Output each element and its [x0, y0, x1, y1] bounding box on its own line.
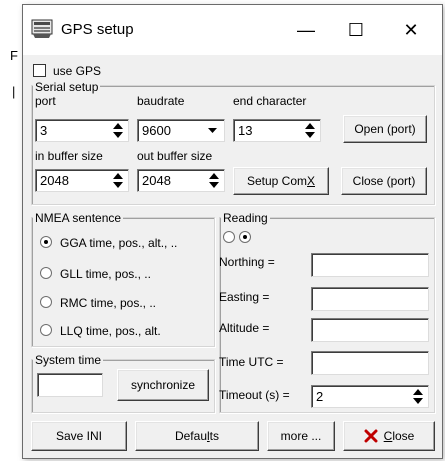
in-buffer-size-label: in buffer size	[35, 149, 103, 163]
easting-label: Easting =	[219, 290, 270, 304]
nmea-radio-llq[interactable]	[40, 324, 52, 336]
altitude-label: Altitude =	[219, 321, 270, 335]
reading-group	[219, 217, 435, 413]
setup-com-button[interactable]: Setup Com X	[233, 167, 329, 195]
minimize-icon: —	[297, 19, 315, 40]
defaults-button[interactable]: Defau l ts	[135, 421, 259, 451]
nmea-radio-rmc[interactable]	[40, 296, 52, 308]
northing-label: Northing =	[219, 255, 275, 269]
time-utc-label: Time UTC =	[219, 355, 284, 369]
reading-radio-2[interactable]	[239, 231, 251, 243]
port-spinner[interactable]: 3	[35, 119, 129, 142]
close-accelerator: C	[383, 429, 393, 443]
more-button[interactable]: more ...	[267, 421, 335, 451]
nmea-sentence-legend: NMEA sentence	[33, 211, 124, 225]
in-buffer-size-value: 2048	[40, 173, 69, 188]
easting-field[interactable]	[311, 287, 429, 311]
synchronize-button[interactable]: synchronize	[117, 369, 209, 401]
gps-app-icon	[31, 19, 53, 38]
time-utc-field[interactable]	[311, 351, 429, 375]
timeout-label: Timeout (s) =	[219, 388, 290, 402]
close-window-button[interactable]: ✕	[388, 5, 434, 55]
background-glyph: F	[10, 48, 18, 63]
nmea-radio-gga[interactable]	[40, 236, 52, 248]
nmea-option-label: RMC time, pos., ..	[60, 296, 157, 310]
spin-arrows-icon[interactable]	[303, 122, 317, 139]
title-bar[interactable]: GPS setup — ☐ ✕	[23, 5, 442, 55]
timeout-spinner[interactable]: 2	[311, 385, 429, 408]
defaults-label-post: ts	[209, 429, 220, 443]
close-label-post: lose	[392, 429, 415, 443]
chevron-down-icon[interactable]	[204, 122, 221, 139]
setup-com-accelerator: X	[307, 174, 316, 188]
spin-arrows-icon[interactable]	[207, 172, 221, 189]
close-port-button[interactable]: Close (port)	[341, 167, 427, 195]
nmea-option-label: GLL time, pos., ..	[60, 267, 151, 281]
spin-arrows-icon[interactable]	[111, 172, 125, 189]
out-buffer-size-label: out buffer size	[137, 149, 213, 163]
background-glyph: |	[12, 84, 16, 99]
reading-radio-1[interactable]	[223, 231, 235, 243]
defaults-label-pre: Defau	[174, 429, 207, 443]
spin-arrows-icon[interactable]	[411, 388, 425, 405]
port-label: port	[35, 94, 56, 108]
end-character-spinner[interactable]: 13	[233, 119, 321, 142]
minimize-button[interactable]: —	[283, 5, 329, 55]
open-port-button[interactable]: Open (port)	[343, 115, 427, 143]
end-character-value: 13	[238, 123, 253, 138]
nmea-radio-gll[interactable]	[40, 267, 52, 279]
baudrate-label: baudrate	[137, 94, 185, 108]
setup-com-label: Setup Com	[246, 174, 307, 188]
in-buffer-size-spinner[interactable]: 2048	[35, 169, 129, 192]
save-ini-button[interactable]: Save INI	[31, 421, 127, 451]
end-character-label: end character	[233, 94, 307, 108]
close-icon: ✕	[403, 19, 419, 40]
baudrate-value: 9600	[142, 123, 171, 138]
gps-setup-dialog: GPS setup — ☐ ✕ use GPS Serial setup por…	[22, 4, 443, 459]
timeout-value: 2	[316, 389, 324, 404]
nmea-option-label: GGA time, pos., alt., ..	[60, 236, 178, 250]
northing-field[interactable]	[311, 253, 429, 277]
spin-arrows-icon[interactable]	[111, 122, 125, 139]
use-gps-label: use GPS	[53, 64, 102, 78]
system-time-legend: System time	[33, 353, 104, 367]
window-title: GPS setup	[61, 21, 134, 38]
out-buffer-size-value: 2048	[142, 173, 171, 188]
out-buffer-size-spinner[interactable]: 2048	[137, 169, 225, 192]
serial-setup-legend: Serial setup	[33, 80, 101, 94]
system-time-field[interactable]	[37, 373, 103, 397]
port-value: 3	[40, 123, 48, 138]
maximize-icon: ☐	[347, 19, 365, 40]
close-dialog-button[interactable]: Close	[343, 421, 435, 451]
baudrate-select[interactable]: 9600	[137, 119, 225, 142]
background-window: F |	[0, 0, 22, 461]
nmea-option-label: LLQ time, pos., alt.	[60, 324, 161, 338]
use-gps-checkbox[interactable]	[33, 64, 46, 77]
reading-legend: Reading	[221, 211, 270, 225]
close-x-icon	[364, 429, 378, 443]
altitude-field[interactable]	[311, 318, 429, 342]
maximize-button[interactable]: ☐	[333, 5, 379, 55]
